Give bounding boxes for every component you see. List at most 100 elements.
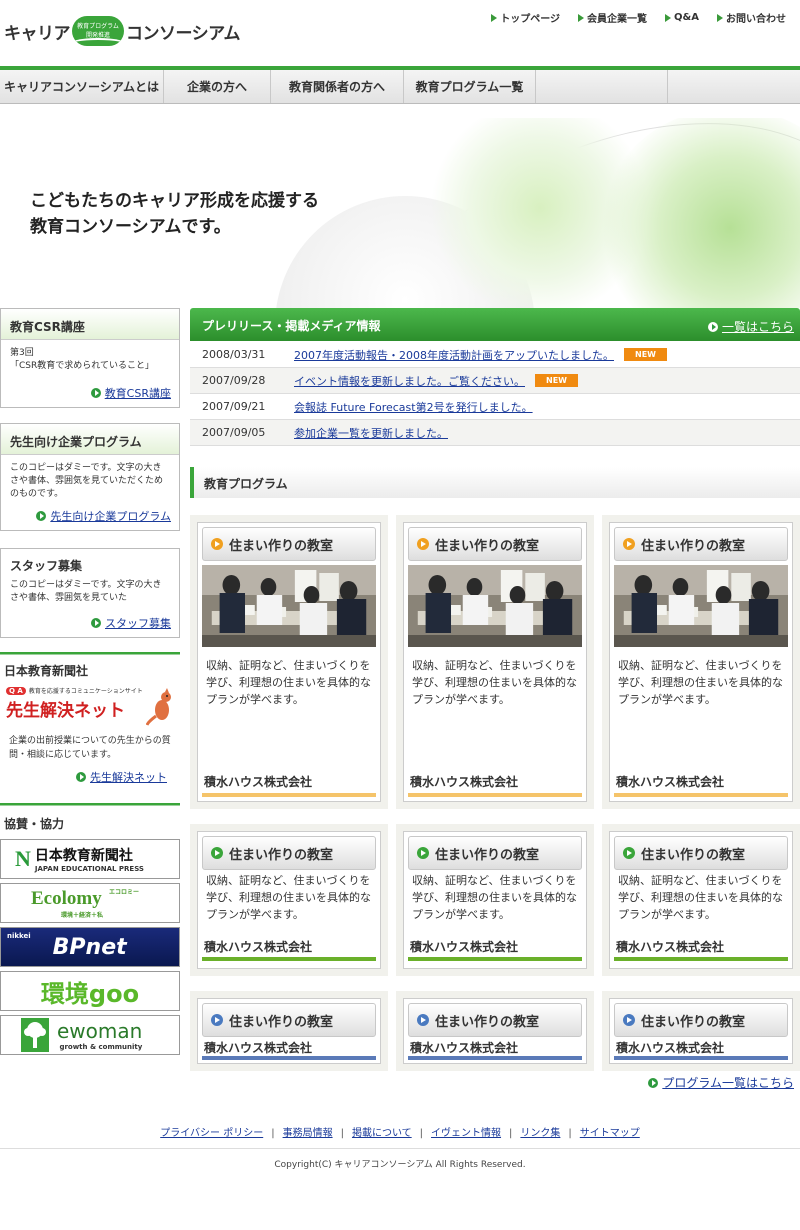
program-card-photo[interactable]	[202, 565, 376, 647]
banner-kyoiku-shinbun[interactable]: N 日本教育新聞社 JAPAN EDUCATIONAL PRESS	[0, 839, 180, 879]
news-row: 2007/09/28 イベント情報を更新しました。ご覧ください。 NEW	[190, 368, 800, 394]
program-card-company: 積水ハウス株式会社	[204, 775, 313, 789]
program-card[interactable]: 住まい作りの教室収納、証明など、住まいづくりを学び、利理想の住まいを具体的なプラ…	[609, 831, 793, 969]
news-more-link-text[interactable]: 一覧はこちら	[722, 318, 794, 335]
footer-link-links[interactable]: リンク集	[520, 1128, 560, 1139]
program-card-desc: 収納、証明など、住まいづくりを学び、利理想の住まいを具体的なプランが学べます。	[412, 874, 577, 921]
site-header: キャリア 教育プログラム 開発推進 コンソーシアム トップページ 会員企業一覧 Q…	[0, 0, 800, 66]
program-card-desc: 収納、証明など、住まいづくりを学び、利理想の住まいを具体的なプランが学べます。	[618, 874, 783, 921]
news-link[interactable]: 会報誌 Future Forecast第2号を発行しました。	[294, 399, 533, 415]
arrow-circle-icon	[417, 1014, 429, 1026]
banner-ewoman[interactable]: ewoman growth & community	[0, 1015, 180, 1055]
topnav-qa[interactable]: Q&A	[665, 10, 699, 25]
news-date: 2007/09/05	[202, 426, 266, 439]
program-list-link-text[interactable]: プログラム一覧はこちら	[662, 1074, 794, 1091]
program-card-title[interactable]: 住まい作りの教室	[408, 1003, 582, 1037]
nav-educators[interactable]: 教育関係者の方へ	[271, 70, 404, 103]
program-card[interactable]: 住まい作りの教室収納、証明など、住まいづくりを学び、利理想の住まいを具体的なプラ…	[609, 522, 793, 802]
program-card-accent-line	[408, 793, 582, 797]
arrow-circle-icon	[417, 538, 429, 550]
program-card-company: 積水ハウス株式会社	[410, 940, 519, 954]
footer-link-office[interactable]: 事務局情報	[283, 1128, 333, 1139]
news-row: 2007/09/05 参加企業一覧を更新しました。	[190, 420, 800, 446]
program-card-desc: 収納、証明など、住まいづくりを学び、利理想の住まいを具体的なプランが学べます。	[618, 659, 783, 706]
triangle-right-icon	[717, 13, 723, 22]
nav-about[interactable]: キャリアコンソーシアムとは	[0, 70, 164, 103]
program-card-desc: 収納、証明など、住まいづくりを学び、利理想の住まいを具体的なプランが学べます。	[412, 659, 577, 706]
nav-program-list[interactable]: 教育プログラム一覧	[404, 70, 536, 103]
banner-kyoiku-main: 日本教育新聞社	[34, 848, 133, 864]
arrow-circle-icon	[90, 388, 101, 398]
program-card-title[interactable]: 住まい作りの教室	[408, 836, 582, 870]
arrow-circle-icon	[211, 1014, 223, 1026]
program-card-title[interactable]: 住まい作りの教室	[408, 527, 582, 561]
program-card[interactable]: 住まい作りの教室 収納、証明など、住まいづくりを学び、利理想の住まいを具体的なプラ…	[197, 522, 381, 802]
topnav-home[interactable]: トップページ	[491, 10, 560, 25]
program-card-company: 積水ハウス株式会社	[204, 940, 313, 954]
program-card[interactable]: 住まい作りの教室 積水ハウス株式会社	[403, 998, 587, 1064]
sensei-net-link[interactable]: 先生解決ネット	[76, 769, 167, 785]
program-card-accent-line	[614, 793, 788, 797]
program-card-company: 積水ハウス株式会社	[204, 1041, 313, 1055]
news-more-link[interactable]: 一覧はこちら	[707, 318, 794, 335]
banner-nikkei-bpnet[interactable]: nikkei BPnet	[0, 927, 180, 967]
program-card-company: 積水ハウス株式会社	[616, 1041, 725, 1055]
program-card-photo[interactable]	[614, 565, 788, 647]
program-card[interactable]: 住まい作りの教室収納、証明など、住まいづくりを学び、利理想の住まいを具体的なプラ…	[403, 831, 587, 969]
site-logo[interactable]: キャリア 教育プログラム 開発推進 コンソーシアム	[4, 14, 240, 48]
program-card-photo[interactable]	[408, 565, 582, 647]
topnav-members[interactable]: 会員企業一覧	[578, 10, 647, 25]
footer-link-events[interactable]: イヴェント情報	[431, 1128, 501, 1139]
program-card-title[interactable]: 住まい作りの教室	[202, 527, 376, 561]
teacher-program-link-text[interactable]: 先生向け企業プログラム	[50, 508, 171, 524]
banner-ecolomy[interactable]: エコロミー Ecolomy 環境＋経済＋私	[0, 883, 180, 923]
staff-recruit-link-text[interactable]: スタッフ募集	[105, 615, 171, 631]
topnav-contact[interactable]: お問い合わせ	[717, 10, 786, 25]
footer-link-privacy[interactable]: プライバシー ポリシー	[160, 1128, 263, 1139]
sensei-logo-sub: 教育を応援するコミュニケーションサイト	[28, 688, 143, 695]
staff-recruit-link[interactable]: スタッフ募集	[91, 615, 171, 631]
arrow-circle-icon	[648, 1077, 659, 1088]
arrow-circle-icon	[623, 1014, 635, 1026]
news-link[interactable]: 2007年度活動報告・2008年度活動計画をアップいたしました。	[294, 347, 614, 363]
sensei-kaiketsu-logo[interactable]: Q A 教育を応援するコミュニケーションサイト 先生解決ネット	[6, 686, 176, 728]
tree-icon	[21, 1018, 49, 1052]
topnav-label: お問い合わせ	[726, 14, 786, 25]
program-card-cell: 住まい作りの教室 積水ハウス株式会社	[396, 991, 594, 1071]
news-row: 2007/09/21 会報誌 Future Forecast第2号を発行しました…	[190, 394, 800, 420]
program-card-title[interactable]: 住まい作りの教室	[614, 527, 788, 561]
hero-copy-line2: 教育コンソーシアムです。	[30, 217, 231, 237]
program-card-title[interactable]: 住まい作りの教室	[202, 836, 376, 870]
nav-companies[interactable]: 企業の方へ	[164, 70, 271, 103]
program-card-title[interactable]: 住まい作りの教室	[202, 1003, 376, 1037]
footer-link-sitemap[interactable]: サイトマップ	[580, 1128, 640, 1139]
program-card-cell: 住まい作りの教室収納、証明など、住まいづくりを学び、利理想の住まいを具体的なプラ…	[602, 824, 800, 976]
news-date: 2008/03/31	[202, 348, 266, 361]
program-card-title[interactable]: 住まい作りの教室	[614, 1003, 788, 1037]
program-card[interactable]: 住まい作りの教室積水ハウス株式会社	[609, 998, 793, 1064]
csr-course-topic: 「CSR教育で求められていること」	[10, 361, 154, 371]
news-date: 2007/09/28	[202, 374, 266, 387]
csr-course-link-text[interactable]: 教育CSR講座	[105, 385, 171, 401]
topnav-label: トップページ	[500, 14, 561, 25]
program-card-title-text: 住まい作りの教室	[641, 1014, 746, 1030]
program-card-title[interactable]: 住まい作りの教室	[614, 836, 788, 870]
program-list-link[interactable]: プログラム一覧はこちら	[648, 1074, 794, 1091]
program-card-cell: 住まい作りの教室 収納、証明など、住まいづくりを学び、利理想の住まいを具体的なプラ…	[190, 824, 388, 976]
sensei-net-link-text[interactable]: 先生解決ネット	[90, 769, 167, 785]
arrow-circle-icon	[211, 847, 223, 859]
banner-kankyo-goo[interactable]: 環境goo	[0, 971, 180, 1011]
teacher-program-link[interactable]: 先生向け企業プログラム	[36, 508, 171, 524]
program-card[interactable]: 住まい作りの教室 収納、証明など、住まいづくりを学び、利理想の住まいを具体的なプラ…	[197, 831, 381, 969]
program-card[interactable]: 住まい作りの教室積水ハウス株式会社	[197, 998, 381, 1064]
news-link[interactable]: 参加企業一覧を更新しました。	[294, 425, 448, 441]
csr-course-body: 第3回 「CSR教育で求められていること」	[1, 340, 179, 373]
arrow-circle-icon	[76, 772, 86, 782]
topnav-label: Q&A	[674, 12, 699, 23]
arrow-circle-icon	[91, 618, 101, 628]
program-card[interactable]: 住まい作りの教室収納、証明など、住まいづくりを学び、利理想の住まいを具体的なプラ…	[403, 522, 587, 802]
news-link[interactable]: イベント情報を更新しました。ご覧ください。	[294, 373, 525, 389]
program-card-cell: 住まい作りの教室積水ハウス株式会社	[190, 991, 388, 1071]
csr-course-link[interactable]: 教育CSR講座	[90, 385, 171, 401]
footer-link-listing[interactable]: 掲載について	[352, 1128, 412, 1139]
